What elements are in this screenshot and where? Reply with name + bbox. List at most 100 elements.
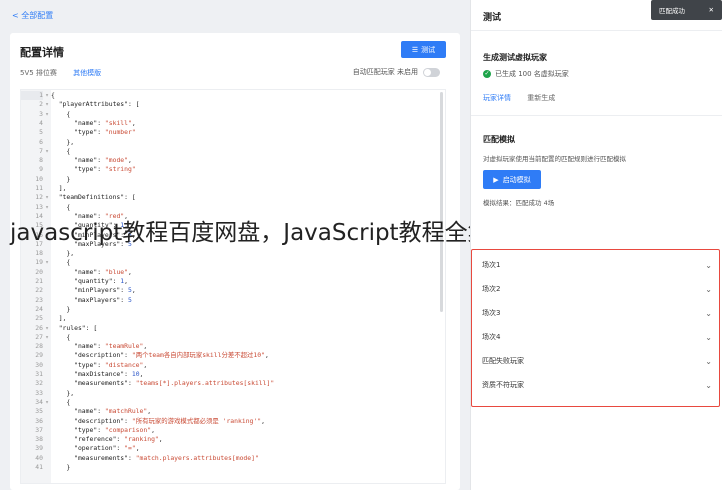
line-number: 9	[39, 165, 43, 174]
line-number: 26	[35, 323, 43, 332]
code-line: 38 "reference": "ranking",	[21, 435, 445, 444]
auto-match-toggle[interactable]	[423, 67, 440, 77]
regenerate-link[interactable]: 重新生成	[527, 94, 555, 102]
line-number: 31	[35, 370, 43, 378]
round-item[interactable]: 场次3 ⌄	[482, 305, 712, 321]
test-icon: ☰	[411, 45, 419, 54]
code-text: },	[51, 137, 75, 146]
code-line: 27 ▾ {	[21, 333, 445, 342]
other-mode-link[interactable]: 其他模版	[73, 69, 101, 77]
rounds-list: 场次1 ⌄ 场次2 ⌄ 场次3 ⌄ 场次4 ⌄ 匹配失败玩家 ⌄ 资质不符玩家 ⌄	[471, 249, 720, 407]
code-line: 5 "type": "number"	[21, 128, 445, 137]
line-number: 5	[39, 128, 43, 137]
json-editor[interactable]: 1 ▾{2 ▾ "playerAttributes": [3 ▾ {4 "name":…	[20, 89, 446, 484]
line-number: 37	[35, 425, 43, 434]
code-text: {	[51, 332, 71, 341]
play-icon: ▶	[493, 175, 499, 184]
line-number: 40	[35, 453, 43, 462]
fold-toggle-icon[interactable]: ▾	[43, 258, 51, 267]
round-item[interactable]: 匹配失败玩家 ⌄	[482, 353, 712, 369]
code-line: 7 ▾ {	[21, 147, 445, 156]
line-number: 32	[35, 379, 43, 388]
code-line: 37 "type": "comparison",	[21, 426, 445, 435]
test-button[interactable]: ☰ 测试	[401, 41, 446, 58]
mode-label: 5V5 排位赛	[20, 69, 57, 77]
line-number: 20	[35, 267, 43, 276]
code-text: "minPlayers": 5,	[74, 286, 136, 295]
line-number: 8	[39, 156, 43, 165]
round-item[interactable]: 场次1 ⌄	[482, 257, 712, 273]
code-line: 10 }	[21, 175, 445, 184]
fold-toggle-icon[interactable]: ▾	[43, 193, 51, 202]
fold-toggle-icon[interactable]: ▾	[43, 91, 51, 100]
code-line: 26 ▾ "rules": [	[21, 324, 445, 333]
line-number: 25	[35, 314, 43, 323]
success-toast: 匹配成功 ✕	[651, 0, 722, 20]
code-text: "teamDefinitions": [	[58, 193, 136, 202]
code-line: 23 "maxPlayers": 5	[21, 296, 445, 305]
fold-toggle-icon[interactable]: ▾	[43, 203, 51, 212]
fold-toggle-icon[interactable]: ▾	[43, 398, 51, 407]
code-text: "description": "所有玩家的游戏模式都必须是 'ranking'"…	[74, 416, 265, 425]
auto-match-setting: 自动匹配玩家 未启用	[353, 67, 440, 77]
round-item-label: 资质不符玩家	[482, 381, 524, 389]
panel-title: 测试	[483, 13, 502, 23]
line-number: 36	[35, 416, 43, 425]
code-line: 6 },	[21, 138, 445, 147]
page-title: 配置详情	[20, 46, 64, 59]
test-button-label: 测试	[421, 45, 436, 54]
line-number: 35	[35, 407, 43, 416]
fold-toggle-icon[interactable]: ▾	[43, 147, 51, 156]
code-text: {	[51, 258, 71, 267]
chevron-down-icon: ⌄	[705, 260, 712, 270]
code-line: 2 ▾ "playerAttributes": [	[21, 100, 445, 109]
line-number: 41	[35, 463, 43, 471]
code-text: {	[51, 202, 71, 211]
line-number: 21	[35, 277, 43, 285]
fold-toggle-icon[interactable]: ▾	[43, 333, 51, 342]
chevron-down-icon: ⌄	[705, 380, 712, 390]
generate-status-text: 已生成 100 名虚拟玩家	[495, 70, 569, 78]
close-icon[interactable]: ✕	[709, 6, 714, 14]
fold-toggle-icon[interactable]: ▾	[43, 110, 51, 119]
code-line: 22 "minPlayers": 5,	[21, 286, 445, 295]
player-links: 玩家详情 重新生成	[483, 93, 555, 103]
code-text: {	[51, 146, 71, 155]
code-text: "measurements": "match.players.attribute…	[74, 453, 259, 462]
code-text: },	[51, 388, 75, 397]
line-number: 24	[35, 304, 43, 313]
fold-toggle-icon[interactable]: ▾	[43, 324, 51, 333]
code-text: ],	[51, 314, 67, 323]
round-item[interactable]: 资质不符玩家 ⌄	[482, 377, 712, 393]
top-bar: < 全部配置	[0, 0, 470, 30]
start-simulation-button[interactable]: ▶ 启动模拟	[483, 170, 541, 189]
code-text: "name": "teamRule",	[74, 342, 148, 351]
player-detail-link[interactable]: 玩家详情	[483, 94, 511, 102]
code-line: 1 ▾{	[21, 91, 445, 101]
code-line: 12 ▾ "teamDefinitions": [	[21, 193, 445, 202]
line-number: 2	[39, 100, 43, 109]
fold-toggle-icon[interactable]: ▾	[43, 100, 51, 109]
round-item[interactable]: 场次2 ⌄	[482, 281, 712, 297]
code-line: 40 "measurements": "match.players.attrib…	[21, 454, 445, 463]
simulation-result: 模拟结果：匹配成功 4场	[483, 199, 555, 207]
code-line: 39 "operation": "=",	[21, 444, 445, 453]
editor-scrollbar[interactable]	[440, 92, 443, 312]
line-number: 3	[39, 109, 43, 118]
generate-status: ✓ 已生成 100 名虚拟玩家	[483, 69, 569, 79]
code-line: 18 },	[21, 249, 445, 258]
code-text: "name": "matchRule",	[74, 407, 152, 416]
back-to-all-configs-link[interactable]: < 全部配置	[12, 10, 53, 21]
code-text: "name": "mode",	[74, 156, 132, 165]
round-item-label: 匹配失败玩家	[482, 357, 524, 365]
line-number: 13	[35, 202, 43, 211]
round-item[interactable]: 场次4 ⌄	[482, 329, 712, 345]
code-text: {	[51, 397, 71, 406]
code-text: {	[51, 91, 55, 99]
code-line: 11 ],	[21, 184, 445, 193]
code-line: 19 ▾ {	[21, 258, 445, 267]
code-text: "name": "skill",	[74, 118, 136, 127]
round-item-label: 场次3	[482, 309, 501, 317]
code-line: 33 },	[21, 389, 445, 398]
line-number: 4	[39, 118, 43, 127]
